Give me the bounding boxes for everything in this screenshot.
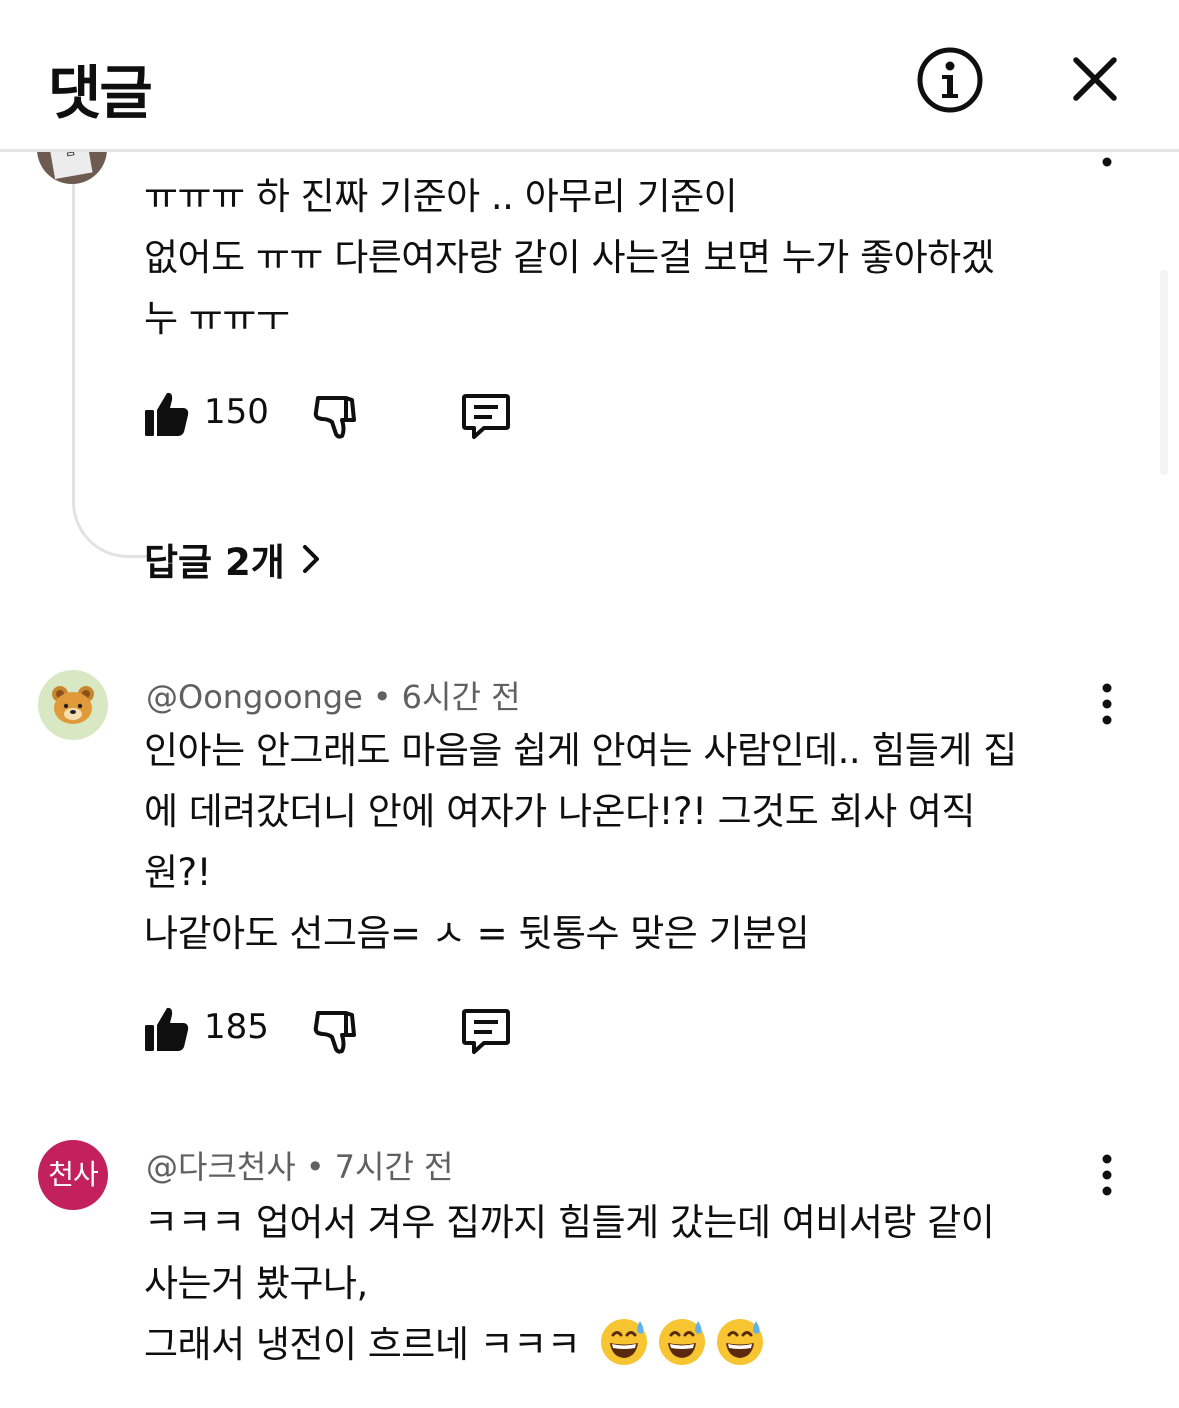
comment-meta: @다크천사 • 7시간 전 — [146, 1142, 454, 1188]
comment-line: ㅋㅋㅋ 업어서 겨우 집까지 힘들게 갔는데 여비서랑 같이 — [144, 1201, 995, 1244]
comment-body: 인아는 안그래도 마음을 쉽게 안여는 사람인데.. 힘들게 집 에 데려갔더니… — [144, 720, 1104, 964]
comment-line: ㅠㅠㅠ 하 진짜 기준아 .. 아무리 기준이 — [144, 175, 738, 218]
timestamp: 6시간 전 — [401, 678, 521, 716]
meta-separator: • — [372, 678, 392, 716]
like-count: 150 — [204, 392, 269, 432]
author-name[interactable]: @Oongoonge — [146, 678, 363, 716]
reply-icon[interactable] — [460, 390, 512, 442]
comment-line: 누 ㅠㅠㅜ — [144, 297, 290, 340]
replies-label: 답글 2개 — [144, 541, 285, 584]
chevron-right-icon — [302, 545, 319, 573]
comment-line: 인아는 안그래도 마음을 쉽게 안여는 사람인데.. 힘들게 집 — [144, 729, 1017, 772]
timestamp: 7시간 전 — [334, 1148, 454, 1186]
thumbs-up-icon[interactable] — [144, 1005, 190, 1053]
comment-body: ㅠㅠㅠ 하 진짜 기준아 .. 아무리 기준이 없어도 ㅠㅠ 다른여자랑 같이 … — [144, 166, 1104, 349]
comment-line: 사는거 봤구나, — [144, 1262, 368, 1305]
like-count: 185 — [204, 1007, 269, 1047]
scrollbar[interactable] — [1160, 270, 1168, 475]
reply-thread-line — [72, 168, 152, 558]
grinning-sweat-emoji-icon — [659, 1319, 706, 1365]
thumbs-up-icon[interactable] — [144, 390, 190, 438]
comment-actions: 185 — [144, 1001, 564, 1061]
comment-actions: 150 — [144, 386, 564, 446]
comment-line: 에 데려갔더니 안에 여자가 나온다!?! 그것도 회사 여직 — [144, 790, 975, 833]
comment-meta: @Oongoonge • 6시간 전 — [146, 672, 521, 718]
comments-header: 댓글 — [0, 0, 1179, 152]
avatar[interactable] — [38, 670, 108, 740]
comment-line: 그래서 냉전이 흐르네 ㅋㅋㅋ — [144, 1314, 1104, 1375]
comment-line: 나같아도 선그음= ㅅ = 뒷통수 맞은 기분임 — [144, 912, 810, 955]
comment-line: 없어도 ㅠㅠ 다른여자랑 같이 사는걸 보면 누가 좋아하겠 — [144, 236, 995, 279]
thumbs-down-icon[interactable] — [312, 392, 360, 440]
close-icon[interactable] — [1058, 44, 1130, 116]
view-replies-button[interactable]: 답글 2개 — [144, 532, 323, 586]
grinning-sweat-emoji-icon — [717, 1319, 764, 1365]
comment-line: 원?! — [144, 851, 212, 894]
thumbs-down-icon[interactable] — [312, 1007, 360, 1055]
meta-separator: • — [305, 1148, 325, 1186]
page-title: 댓글 — [48, 59, 153, 127]
bear-avatar-icon — [52, 686, 94, 724]
comment-line-text: 그래서 냉전이 흐르네 ㅋㅋㅋ — [144, 1323, 581, 1366]
author-name[interactable]: @다크천사 — [146, 1148, 296, 1186]
avatar[interactable]: 천사 — [38, 1140, 108, 1210]
info-circle-icon[interactable] — [914, 44, 986, 116]
grinning-sweat-emoji-icon — [601, 1319, 648, 1365]
reply-icon[interactable] — [460, 1005, 512, 1057]
comment-body: ㅋㅋㅋ 업어서 겨우 집까지 힘들게 갔는데 여비서랑 같이 사는거 봤구나, … — [144, 1192, 1104, 1375]
